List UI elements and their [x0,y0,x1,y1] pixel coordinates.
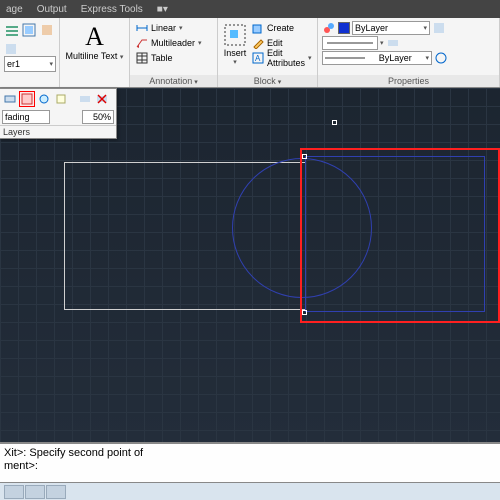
layer-tool3-icon[interactable] [36,91,52,107]
table-icon [136,52,148,64]
edit-attributes-button[interactable]: A Edit Attributes▾ [250,50,314,65]
insert-label: Insert [224,48,247,58]
lineweight-combo[interactable] [322,36,378,50]
create-label: Create [267,23,294,33]
grip-handle[interactable] [302,310,307,315]
table-button[interactable]: Table [134,50,213,65]
edit-icon [252,37,264,49]
chevron-down-icon: ▾ [49,60,53,68]
status-bar [0,482,500,500]
status-btn-1[interactable] [4,485,24,499]
color-combo[interactable]: ByLayer▾ [352,21,430,35]
edit-attr-icon: A [252,52,264,64]
tab-express-tools[interactable]: Express Tools [81,4,143,15]
multileader-button[interactable]: Multileader▾ [134,35,213,50]
layers-panel: er1 ▾ [0,18,60,87]
text-A-icon[interactable]: A [85,22,104,52]
match-props-icon[interactable] [322,21,336,35]
grip-handle[interactable] [302,154,307,159]
status-btn-3[interactable] [46,485,66,499]
multileader-label: Multileader [151,38,195,48]
selection-rectangle[interactable] [300,148,500,323]
chevron-down-icon: ▾ [120,54,124,61]
linetype-combo[interactable]: ByLayer▾ [322,51,432,65]
create-button[interactable]: Create [250,20,314,35]
annotation-panel: Linear▾ Multileader▾ Table Annotation▾ [130,18,218,87]
layer-filter-icon[interactable] [4,42,18,56]
drawing-canvas[interactable] [0,88,500,442]
layer-tool2-icon[interactable] [19,91,35,107]
command-line[interactable]: Xit>: Specify second point of ment>: [0,442,500,482]
layer-tool1-icon[interactable] [2,91,18,107]
layers-flyout-panel: Layers [0,88,117,139]
grip-handle[interactable] [332,120,337,125]
layer-fade-input[interactable] [2,110,50,124]
color-swatch [338,22,350,34]
tab-manage[interactable]: age [6,4,23,15]
layer-delete-icon[interactable] [94,91,110,107]
properties-panel: ByLayer▾ ▾ ByLayer▾ Properties [318,18,500,87]
status-btn-2[interactable] [25,485,45,499]
linear-button[interactable]: Linear▾ [134,20,213,35]
annotation-panel-title[interactable]: Annotation▾ [130,75,217,87]
linear-label: Linear [151,23,176,33]
title-tabs: age Output Express Tools ■▾ [0,0,500,18]
layer-properties-icon[interactable] [21,20,37,40]
multiline-text-panel: A Multiline Text ▾ [60,18,130,87]
edit-label: Edit [267,38,283,48]
layer-misc-icon[interactable] [39,20,55,40]
svg-text:A: A [255,54,261,63]
layer-combo-value: er1 [7,59,20,69]
tab-output[interactable]: Output [37,4,67,15]
props-aux3-icon[interactable] [434,51,448,65]
multiline-text-label[interactable]: Multiline Text ▾ [66,52,124,61]
layer-tool4-icon[interactable] [53,91,69,107]
create-icon [252,22,264,34]
block-panel: Insert ▾ Create Edit A Edit Attributes▾ … [218,18,318,87]
block-panel-title[interactable]: Block▾ [218,75,317,87]
layer-states-icon[interactable] [4,20,20,40]
table-label: Table [151,53,173,63]
ribbon: er1 ▾ A Multiline Text ▾ Linear▾ Multile… [0,18,500,88]
layer-fade-percent[interactable] [82,110,114,124]
props-aux2-icon[interactable] [386,36,400,50]
multileader-icon [136,37,148,49]
insert-icon [222,22,248,48]
layer-combo[interactable]: er1 ▾ [4,56,56,72]
layers-flyout-title[interactable]: Layers [0,125,116,138]
layer-tool5-icon[interactable] [77,91,93,107]
properties-panel-title[interactable]: Properties [318,75,499,87]
chevron-down-icon: ▾ [233,58,237,66]
tab-active-icon[interactable]: ■▾ [157,4,168,15]
props-aux1-icon[interactable] [432,21,446,35]
edit-attr-label: Edit Attributes [267,48,305,68]
linear-icon [136,22,148,34]
